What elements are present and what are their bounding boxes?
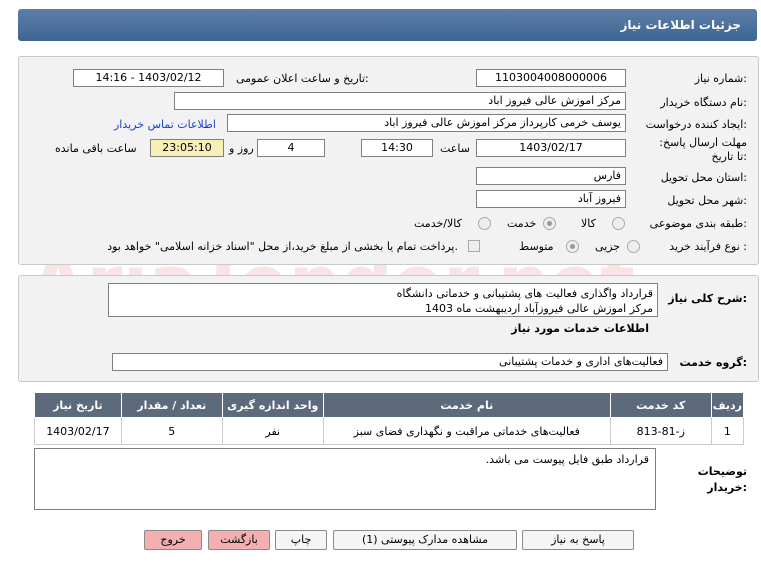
buyer-notes-label: توضیحات خریدار: <box>697 465 747 494</box>
description-line-2: مرکز اموزش عالی فیروزآباد اردیبهشت ماه 1… <box>424 302 653 315</box>
deadline-time-field[interactable]: 14:30 <box>361 139 433 157</box>
treasury-payment-note: پرداخت تمام یا بخشی از مبلغ خرید،از محل … <box>107 240 458 253</box>
category-option-service: خدمت <box>507 217 537 230</box>
service-group-field[interactable]: فعالیت‌های اداری و خدمات پشتیبانی <box>112 353 668 371</box>
exit-button[interactable]: خروج <box>144 530 202 550</box>
col-date: تاریخ نیاز <box>34 392 122 418</box>
province-field[interactable]: فارس <box>476 167 626 185</box>
category-label: طبقه بندی موضوعی: <box>649 217 747 230</box>
category-radio-both[interactable] <box>478 217 491 230</box>
info-panel <box>18 56 759 265</box>
process-label: نوع فرآیند خرید : <box>669 240 747 253</box>
col-qty: تعداد / مقدار <box>120 392 223 418</box>
buyer-label: نام دستگاه خریدار: <box>660 96 747 109</box>
announce-label: تاریخ و ساعت اعلان عمومی: <box>236 72 369 85</box>
category-radio-service[interactable] <box>543 217 556 230</box>
city-field[interactable]: فیروز آباد <box>476 190 626 208</box>
cell-row: 1 <box>710 417 745 445</box>
contact-buyer-link[interactable]: اطلاعات تماس خریدار <box>114 118 216 131</box>
cell-name: فعالیت‌های خدماتی مراقبت و نگهداری فضای … <box>322 417 611 445</box>
treasury-payment-checkbox[interactable] <box>468 240 480 252</box>
need-number-label: شماره نیاز: <box>694 72 747 85</box>
col-code: کد خدمت <box>609 392 712 418</box>
process-option-medium: متوسط <box>519 240 554 253</box>
process-radio-medium[interactable] <box>566 240 579 253</box>
col-name: نام خدمت <box>322 392 611 418</box>
print-button[interactable]: چاپ <box>275 530 327 550</box>
services-section-title: اطلاعات خدمات مورد نیاز <box>511 322 649 335</box>
process-option-minor: جزیی <box>595 240 621 253</box>
description-label: شرح کلی نیاز: <box>668 292 747 305</box>
announce-field[interactable]: 1403/02/12 - 14:16 <box>73 69 224 87</box>
time-label: ساعت <box>440 142 470 155</box>
description-line-1: قرارداد واگذاری فعالیت های پشتیبانی و خد… <box>396 287 653 300</box>
description-textarea[interactable]: قرارداد واگذاری فعالیت های پشتیبانی و خد… <box>108 283 658 317</box>
category-option-goods: کالا <box>581 217 596 230</box>
service-group-label: گروه خدمت: <box>679 356 747 369</box>
col-unit: واحد اندازه گیری <box>221 392 324 418</box>
page-header: جزئیات اطلاعات نیاز <box>18 9 757 41</box>
page-title: جزئیات اطلاعات نیاز <box>620 18 741 32</box>
days-label: روز و <box>229 142 254 155</box>
category-option-both: کالا/خدمت <box>414 217 462 230</box>
cell-unit: نفر <box>221 417 324 445</box>
remaining-label: ساعت باقی مانده <box>55 142 137 155</box>
col-row: ردیف <box>710 392 745 418</box>
deadline-date-field[interactable]: 1403/02/17 <box>476 139 626 157</box>
attachments-button[interactable]: مشاهده مدارک پیوستی (1) <box>333 530 517 550</box>
reply-button[interactable]: پاسخ به نیاز <box>522 530 634 550</box>
province-label: استان محل تحویل: <box>660 171 747 184</box>
process-radio-minor[interactable] <box>627 240 640 253</box>
cell-qty: 5 <box>120 417 223 445</box>
buyer-field[interactable]: مرکز اموزش عالی فیروز اباد <box>174 92 626 110</box>
deadline-label: مهلت ارسال پاسخ: تا تاریخ: <box>659 136 747 163</box>
table-row: 1 ز-81-813 فعالیت‌های خدماتی مراقبت و نگ… <box>34 417 745 445</box>
cell-date: 1403/02/17 <box>34 417 122 445</box>
creator-label: ایجاد کننده درخواست: <box>645 118 747 131</box>
buyer-notes-textarea[interactable]: قرارداد طبق فایل پیوست می باشد. <box>34 448 656 510</box>
cell-code: ز-81-813 <box>609 417 712 445</box>
creator-field[interactable]: یوسف خرمی کارپرداز مرکز اموزش عالی فیروز… <box>227 114 626 132</box>
buyer-notes-text: قرارداد طبق فایل پیوست می باشد. <box>485 453 649 466</box>
category-radio-goods[interactable] <box>612 217 625 230</box>
need-number-field[interactable]: 1103004008000006 <box>476 69 626 87</box>
table-header-row: ردیف کد خدمت نام خدمت واحد اندازه گیری ت… <box>34 392 745 418</box>
remaining-time-field: 23:05:10 <box>150 139 224 157</box>
days-field[interactable]: 4 <box>257 139 325 157</box>
services-table: ردیف کد خدمت نام خدمت واحد اندازه گیری ت… <box>34 392 745 445</box>
city-label: شهر محل تحویل: <box>667 194 747 207</box>
back-button[interactable]: بازگشت <box>208 530 270 550</box>
